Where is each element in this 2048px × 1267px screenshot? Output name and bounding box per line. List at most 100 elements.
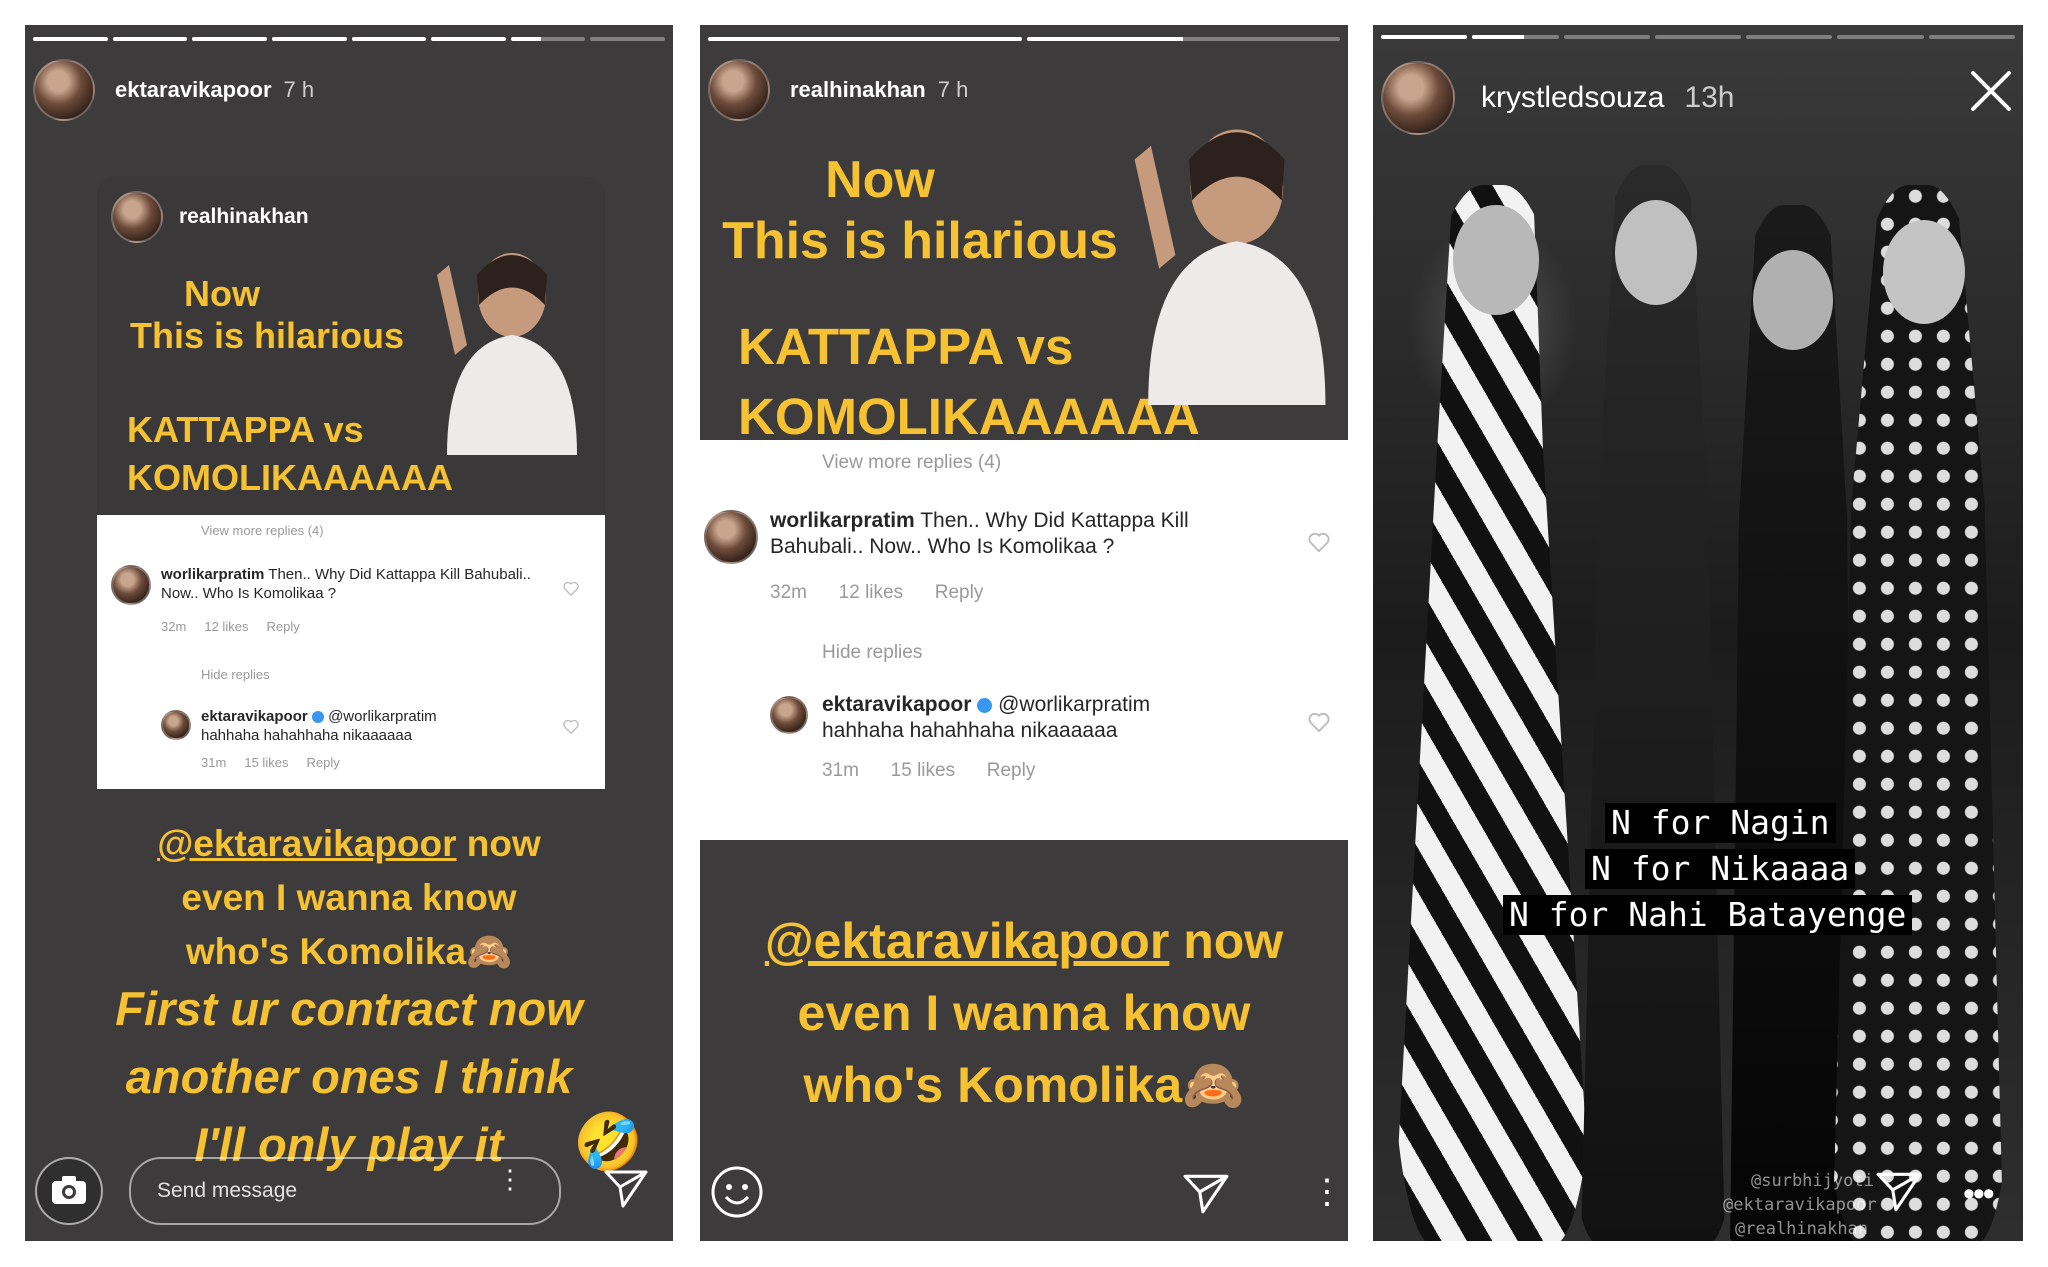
- story-headline: This is hilarious: [129, 315, 405, 356]
- caption-text: who's Komolika: [185, 931, 467, 972]
- avatar: [111, 191, 163, 243]
- caption-line: N for Nahi Batayenge: [1503, 895, 1913, 935]
- heart-icon[interactable]: [1308, 532, 1330, 552]
- verified-badge-icon: [977, 697, 993, 713]
- avatar: [704, 510, 758, 564]
- caption-text: another ones I think: [125, 1050, 573, 1103]
- send-message-input[interactable]: Send message ⋮: [129, 1157, 561, 1225]
- see-no-evil-monkey-icon: 🙈: [466, 931, 513, 972]
- shared-post-card[interactable]: realhinakhan Now This is hilarious KATTA…: [97, 177, 605, 789]
- reply-link[interactable]: Reply: [267, 619, 300, 634]
- comment-1: worlikarpratim Then.. Why Did Kattappa K…: [161, 565, 541, 603]
- story-headline: This is hilarious: [722, 212, 1118, 270]
- comment-card: View more replies (4) worlikarpratim The…: [97, 515, 605, 789]
- comment-meta: 31m 15 likes Reply: [822, 760, 1035, 782]
- story-text-komolika: KOMOLIKAAAAAA: [127, 457, 453, 498]
- comment-username[interactable]: ektaravikapoor: [201, 708, 308, 725]
- verified-badge-icon: [311, 711, 324, 724]
- comment-time: 31m: [201, 755, 227, 770]
- comment-1: worlikarpratim Then.. Why Did Kattappa K…: [770, 508, 1290, 560]
- view-more-replies[interactable]: View more replies (4): [822, 452, 1001, 474]
- comment-text: hahhaha hahahhaha nikaaaaaa: [201, 727, 413, 744]
- story-headline-now: Now: [184, 273, 260, 314]
- rofl-emoji-icon: 🤣: [573, 1110, 643, 1173]
- story-text-kattappa: KATTAPPA vs: [738, 318, 1074, 375]
- mention-tag[interactable]: @realhinakhan: [1735, 1219, 1868, 1239]
- face: [1615, 200, 1697, 305]
- story-progress-bar: [1381, 35, 2015, 39]
- story-time: 7 h: [283, 77, 315, 102]
- laughing-person-image: [1134, 129, 1326, 405]
- story-time: 13h: [1684, 81, 1735, 114]
- caption-text: even I wanna know: [797, 985, 1251, 1041]
- avatar[interactable]: [708, 59, 770, 121]
- avatar[interactable]: [33, 59, 95, 121]
- mention-tag[interactable]: @surbhijyoti: [1751, 1171, 1874, 1191]
- face: [1453, 205, 1539, 315]
- hide-replies[interactable]: Hide replies: [201, 667, 270, 682]
- comment-2: ektaravikapoor @worlikarpratim hahhaha h…: [201, 707, 541, 745]
- story-username[interactable]: realhinakhan: [790, 77, 926, 103]
- mention-tag[interactable]: @ektaravikapoor: [1723, 1195, 1877, 1215]
- hide-replies[interactable]: Hide replies: [822, 642, 922, 664]
- caption-line: N for Nagin: [1605, 803, 1836, 843]
- reply-link[interactable]: Reply: [987, 760, 1036, 781]
- avatar: [770, 696, 808, 734]
- view-more-replies[interactable]: View more replies (4): [201, 523, 324, 538]
- reply-link[interactable]: Reply: [307, 755, 340, 770]
- story-header: krystledsouza 13h: [1381, 59, 2015, 137]
- story-caption: @ektaravikapoor now even I wanna know wh…: [700, 905, 1348, 1121]
- mention-link[interactable]: @ektaravikapoor: [157, 823, 456, 864]
- laughing-person-image: [437, 253, 577, 455]
- story-progress-bar: [708, 37, 1340, 41]
- heart-icon[interactable]: [563, 581, 579, 596]
- comment-meta: 32m 12 likes Reply: [161, 619, 300, 634]
- reply-link[interactable]: Reply: [935, 582, 984, 603]
- avatar[interactable]: [1381, 61, 1455, 135]
- see-no-evil-monkey-icon: 🙈: [1182, 1057, 1245, 1113]
- story-header: ektaravikapoor 7 h: [33, 57, 665, 123]
- mention-link[interactable]: @ektaravikapoor: [765, 913, 1170, 969]
- story-panel-realhinakhan: realhinakhan 7 h Now This is hilarious K…: [700, 25, 1348, 1241]
- avatar: [161, 710, 191, 740]
- story-progress-bar: [33, 37, 665, 41]
- camera-button[interactable]: [35, 1157, 103, 1225]
- more-options-icon[interactable]: ⋮: [497, 1166, 523, 1192]
- direct-share-icon[interactable]: [1875, 1171, 1923, 1213]
- heart-icon[interactable]: [1308, 712, 1330, 732]
- caption-text: who's Komolika: [803, 1057, 1183, 1113]
- caption-text: even I wanna know: [181, 877, 517, 918]
- comment-text: hahhaha hahahhaha nikaaaaaa: [822, 719, 1118, 742]
- comment-meta: 32m 12 likes Reply: [770, 582, 983, 604]
- caption-text: now: [456, 823, 541, 864]
- shared-username: realhinakhan: [179, 205, 309, 228]
- story-panel-krystledsouza: krystledsouza 13h N for Nagin N for Nika…: [1373, 25, 2023, 1241]
- comment-time: 32m: [161, 619, 187, 634]
- comment-2: ektaravikapoor @worlikarpratim hahhaha h…: [822, 692, 1282, 744]
- story-time: 7 h: [937, 77, 969, 102]
- direct-share-icon[interactable]: [603, 1169, 649, 1209]
- comment-mention[interactable]: @worlikarpratim: [328, 708, 437, 725]
- story-username[interactable]: krystledsouza: [1481, 81, 1664, 115]
- comment-meta: 31m 15 likes Reply: [201, 755, 340, 770]
- comment-mention[interactable]: @worlikarpratim: [998, 693, 1150, 716]
- story-panel-ektaravikapoor: ektaravikapoor 7 h realhinakhan Now This…: [25, 25, 673, 1241]
- face: [1753, 250, 1833, 350]
- direct-share-icon[interactable]: [1182, 1173, 1230, 1215]
- more-options-icon[interactable]: ⋮: [1310, 1175, 1344, 1209]
- comment-likes[interactable]: 12 likes: [839, 582, 903, 603]
- comment-username[interactable]: worlikarpratim: [770, 509, 915, 532]
- comment-text: Bahubali.. Now.. Who Is Komolikaa ?: [770, 535, 1115, 558]
- heart-icon[interactable]: [563, 719, 579, 734]
- close-icon[interactable]: [1967, 67, 2015, 115]
- comment-likes[interactable]: 15 likes: [244, 755, 288, 770]
- comment-username[interactable]: ektaravikapoor: [822, 693, 971, 716]
- more-options-icon[interactable]: •••: [1963, 1175, 1995, 1214]
- story-headline-now: Now: [825, 151, 935, 209]
- comment-time: 31m: [822, 760, 859, 781]
- comment-likes[interactable]: 12 likes: [204, 619, 248, 634]
- comment-username[interactable]: worlikarpratim: [161, 566, 264, 583]
- story-username[interactable]: ektaravikapoor: [115, 77, 272, 103]
- smiley-icon[interactable]: [710, 1165, 764, 1219]
- comment-likes[interactable]: 15 likes: [891, 760, 955, 781]
